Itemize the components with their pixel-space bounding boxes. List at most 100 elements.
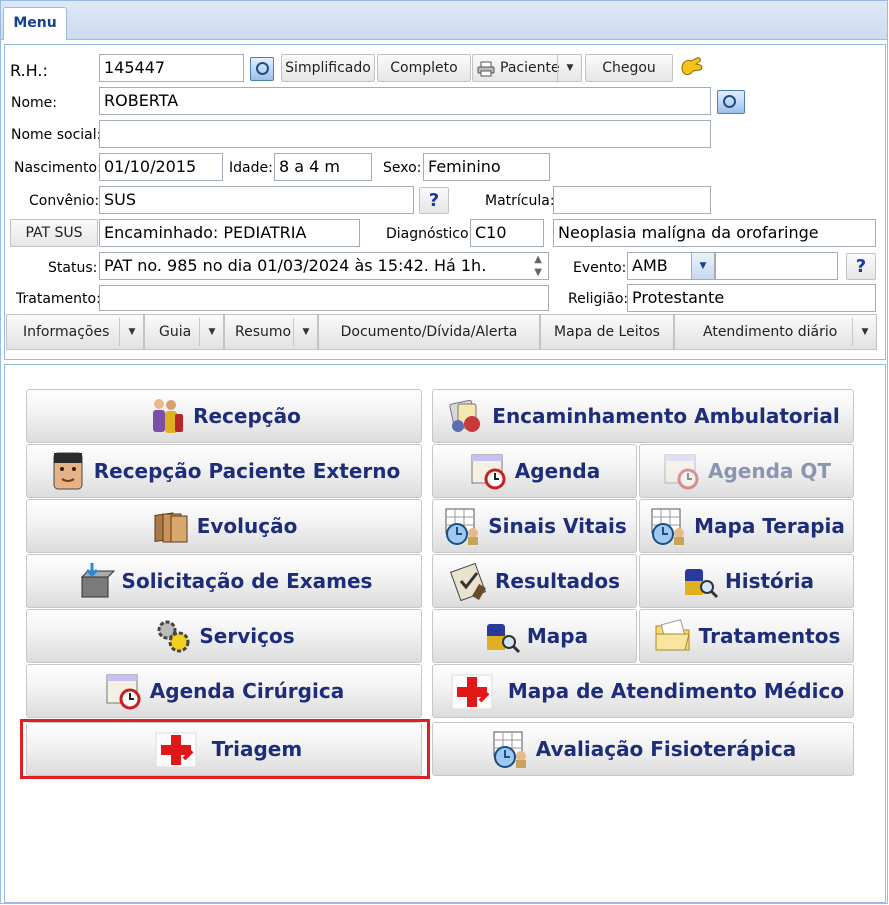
status-label: Status: (48, 260, 98, 276)
evento-extra-input[interactable] (715, 252, 838, 280)
evento-select[interactable]: AMB ▼ (627, 252, 715, 280)
mapa-leitos-button[interactable]: Mapa de Leitos (540, 314, 674, 350)
resultados-label: Resultados (495, 569, 620, 593)
religiao-label: Religião: (568, 291, 629, 307)
mapa-atendimento-label: Mapa de Atendimento Médico (507, 679, 845, 703)
tab-menu[interactable]: Menu (3, 7, 67, 40)
search-icon[interactable] (250, 57, 274, 81)
red-cross-icon (451, 674, 493, 710)
evolucao-label: Evolução (196, 514, 298, 538)
completo-button[interactable]: Completo (377, 54, 471, 82)
evento-label: Evento: (573, 260, 627, 276)
tratamentos-button[interactable]: Tratamentos (639, 609, 854, 663)
calendar-clock-icon (106, 674, 141, 710)
tratamento-label: Tratamento: (16, 291, 101, 307)
nascimento-label: Nascimento: (14, 160, 102, 176)
avaliacao-fisioterapica-button[interactable]: Avaliação Fisioterápica (432, 722, 854, 776)
guia-button[interactable]: Guia ▼ (144, 314, 224, 350)
matricula-input[interactable] (553, 186, 711, 214)
mapa-terapia-button[interactable]: Mapa Terapia (639, 499, 854, 553)
documento-button[interactable]: Documento/Dívida/Alerta (318, 314, 540, 350)
idade-input[interactable]: 8 a 4 m (274, 153, 372, 181)
servicos-button[interactable]: Serviços (26, 609, 422, 663)
convenio-label: Convênio: (29, 193, 100, 209)
chevron-down-icon[interactable]: ▼ (557, 55, 582, 83)
nascimento-input[interactable]: 01/10/2015 (99, 153, 223, 181)
informacoes-button[interactable]: Informações ▼ (6, 314, 144, 350)
chevron-down-icon[interactable]: ▼ (852, 318, 877, 346)
rh-input[interactable]: 145447 (99, 54, 244, 82)
simplificado-button[interactable]: Simplificado (281, 54, 375, 82)
nome-social-label: Nome social: (11, 127, 102, 143)
recepcao-button[interactable]: Recepção (26, 389, 422, 443)
pat-sus-button[interactable]: PAT SUS (10, 219, 98, 247)
sexo-label: Sexo: (383, 160, 422, 176)
historia-button[interactable]: História (639, 554, 854, 608)
encaminhamento-button[interactable]: Encaminhamento Ambulatorial (432, 389, 854, 443)
mapa-atendimento-button[interactable]: Mapa de Atendimento Médico (432, 664, 854, 718)
chevron-down-icon[interactable]: ▼ (199, 318, 224, 346)
evolucao-button[interactable]: Evolução (26, 499, 422, 553)
hand-icon[interactable] (677, 55, 705, 81)
chegou-button[interactable]: Chegou (585, 54, 673, 82)
agenda-qt-label: Agenda QT (707, 459, 832, 483)
religiao-input[interactable]: Protestante (627, 284, 876, 312)
nome-label: Nome: (11, 95, 58, 111)
encaminhado-field: Encaminhado: PEDIATRIA (99, 219, 360, 247)
agenda-qt-button[interactable]: Agenda QT (639, 444, 854, 498)
resultados-button[interactable]: Resultados (432, 554, 637, 608)
avaliacao-fisioterapica-label: Avaliação Fisioterápica (535, 737, 797, 761)
recepcao-externo-button[interactable]: Recepção Paciente Externo (26, 444, 422, 498)
nome-input[interactable]: ROBERTA (99, 87, 711, 115)
status-value: PAT no. 985 no dia 01/03/2024 às 15:42. … (104, 256, 487, 275)
guia-label: Guia (159, 324, 192, 340)
convenio-input[interactable]: SUS (99, 186, 414, 214)
servicos-label: Serviços (199, 624, 295, 648)
paciente-label: Paciente (500, 60, 560, 76)
resumo-button[interactable]: Resumo ▼ (224, 314, 318, 350)
person-face-icon (53, 452, 83, 490)
chevron-down-icon[interactable]: ▼ (691, 253, 714, 279)
recepcao-label: Recepção (193, 404, 301, 428)
diagnostico-code-input[interactable]: C10 (470, 219, 544, 247)
agenda-button[interactable]: Agenda (432, 444, 637, 498)
mapa-label: Mapa (526, 624, 589, 648)
agenda-cirurgica-button[interactable]: Agenda Cirúrgica (26, 664, 422, 718)
sexo-input[interactable]: Feminino (423, 153, 550, 181)
encaminhamento-label: Encaminhamento Ambulatorial (492, 404, 840, 428)
calendar-clock-person-icon (651, 508, 685, 545)
sinais-vitais-label: Sinais Vitais (488, 514, 627, 538)
chevron-down-icon[interactable]: ▼ (119, 318, 144, 346)
mapa-terapia-label: Mapa Terapia (694, 514, 845, 538)
calendar-clock-person-icon (445, 508, 479, 545)
clipboard-check-icon (450, 562, 486, 601)
solicitacao-exames-label: Solicitação de Exames (121, 569, 373, 593)
historia-label: História (724, 569, 814, 593)
mapa-button[interactable]: Mapa (432, 609, 637, 663)
sinais-vitais-button[interactable]: Sinais Vitais (432, 499, 637, 553)
status-select[interactable]: PAT no. 985 no dia 01/03/2024 às 15:42. … (99, 252, 549, 280)
diagnostico-desc-field: Neoplasia malígna da orofaringe (553, 219, 876, 247)
people-icon (153, 399, 184, 433)
database-magnifier-icon (684, 569, 719, 599)
documents-globe-icon (449, 399, 481, 432)
resumo-label: Resumo (235, 324, 292, 340)
patient-form: R.H.: 145447 Simplificado Completo Pacie… (4, 44, 886, 360)
chevron-down-icon[interactable]: ▼ (293, 318, 318, 346)
rh-label: R.H.: (10, 61, 48, 80)
gears-icon (157, 620, 190, 653)
spinner-icon[interactable]: ▲ ▼ (534, 253, 542, 279)
search-icon[interactable] (717, 90, 745, 114)
nome-social-input[interactable] (99, 120, 711, 148)
solicitacao-exames-button[interactable]: Solicitação de Exames (26, 554, 422, 608)
paciente-button[interactable]: Paciente ▼ (472, 54, 582, 83)
informacoes-label: Informações (23, 324, 110, 340)
evento-help-button[interactable]: ? (846, 253, 876, 280)
convenio-help-button[interactable]: ? (419, 187, 449, 214)
tratamento-input[interactable] (99, 285, 549, 311)
tab-strip: Menu (1, 1, 887, 40)
atendimento-diario-button[interactable]: Atendimento diário ▼ (674, 314, 877, 350)
window: Menu R.H.: 145447 Simplificado Completo … (0, 0, 888, 904)
atendimento-label: Atendimento diário (703, 324, 838, 340)
calendar-clock-icon (471, 454, 506, 490)
